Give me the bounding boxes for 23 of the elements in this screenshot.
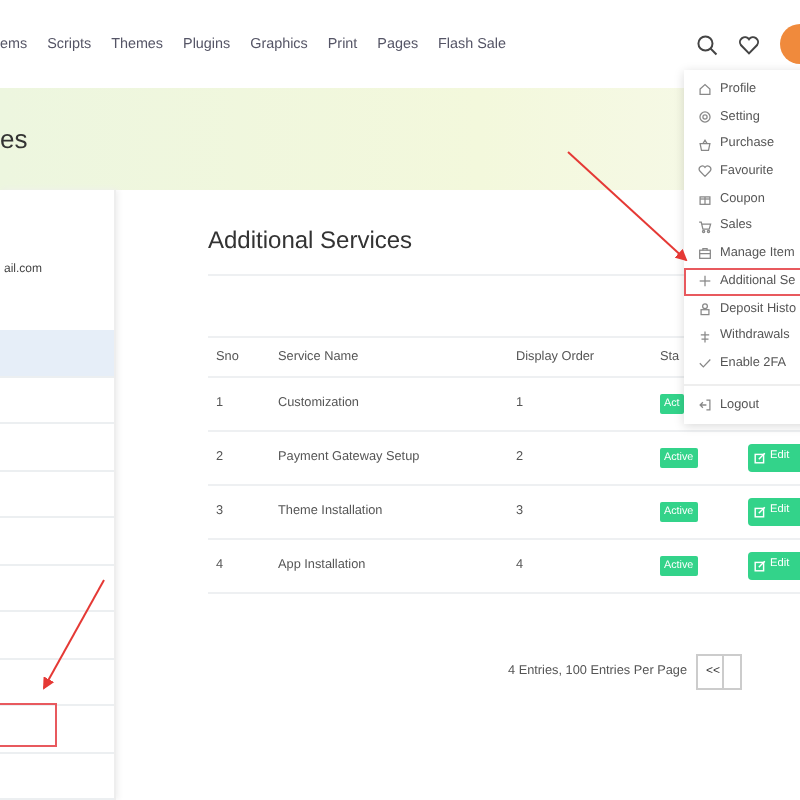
edit-icon [754, 560, 766, 572]
edit-icon [754, 452, 766, 464]
briefcase-icon [698, 246, 712, 261]
annotation-arrow [43, 579, 105, 690]
edit-icon [754, 506, 766, 518]
heart-icon [698, 164, 712, 179]
basket-icon [698, 137, 712, 152]
user-icon [698, 301, 712, 316]
pagination-button[interactable] [721, 654, 742, 690]
heart-icon[interactable] [738, 33, 760, 55]
home-icon [698, 82, 712, 97]
search-icon[interactable] [696, 33, 718, 55]
cart-icon [698, 219, 712, 234]
gift-icon [698, 192, 712, 207]
gear-icon [698, 110, 712, 125]
logout-icon [698, 397, 712, 412]
annotation-box [0, 703, 57, 747]
check-icon [698, 356, 712, 371]
section-title: Additional Services [208, 226, 413, 254]
page-title: es [0, 121, 28, 158]
tower-icon [698, 329, 712, 344]
plus-icon [698, 274, 712, 289]
annotation-arrow [567, 151, 688, 262]
